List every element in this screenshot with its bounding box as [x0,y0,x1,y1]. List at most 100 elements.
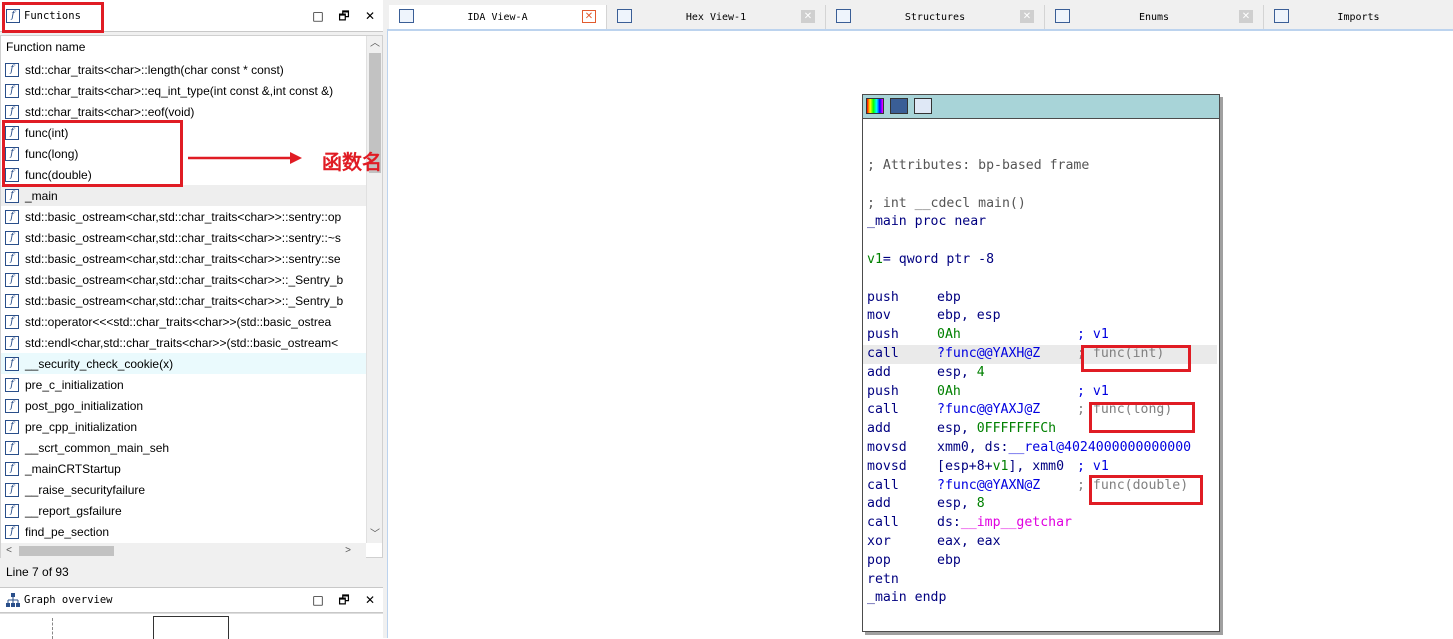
mnemonic: add [867,496,891,512]
horizontal-scroll-thumb[interactable] [19,546,114,556]
instruction-line[interactable]: mov ebp, esp [867,307,1217,326]
annotation-arrow-icon [188,152,302,164]
function-row[interactable]: f std::char_traits<char>::eq_int_type(int… [1,80,366,101]
function-row[interactable]: f std::char_traits<char>::length(char con… [1,59,366,80]
instruction-line[interactable]: push 0Ah ; v1 [867,383,1217,402]
function-row[interactable]: f std::basic_ostream<char,std::char_trait… [1,206,366,227]
graph-layout-icon[interactable] [914,98,932,114]
minimize-icon[interactable]: □ [311,9,325,23]
close-tab-icon[interactable]: ✕ [1239,10,1253,23]
instruction-line[interactable]: pop ebp [867,552,1217,571]
restore-icon[interactable]: 🗗 [337,9,351,23]
auto-comment: func(long) [1092,402,1173,418]
scroll-down-icon[interactable]: ﹀ [367,527,383,543]
scroll-left-icon[interactable]: < [1,543,17,559]
operand-symbol: ?func@@YAXH@Z [937,345,1041,361]
color-palette-icon[interactable] [866,98,884,114]
var-decl-line[interactable]: v1= qword ptr -8 [867,251,1217,270]
function-row[interactable]: f find_pe_section [1,521,366,542]
overview-viewport-box[interactable] [153,616,229,639]
instruction-line[interactable]: add esp, 8 [867,495,1217,514]
functions-title-bar[interactable]: f Functions □ 🗗 ✕ [0,0,383,32]
function-row[interactable]: f _main [1,185,366,206]
functions-window-buttons: □ 🗗 ✕ [311,9,377,23]
graph-overview-title-bar[interactable]: Graph overview □ 🗗 ✕ [0,587,383,613]
function-row[interactable]: f std::char_traits<char>::eof(void) [1,101,366,122]
function-row[interactable]: f __raise_securityfailure [1,479,366,500]
instruction-line[interactable]: retn [867,571,1217,590]
instruction-line[interactable]: movsd xmm0, ds:__real@4024000000000000 [867,439,1217,458]
function-row[interactable]: f std::basic_ostream<char,std::char_trait… [1,248,366,269]
instruction-line[interactable]: xor eax, eax [867,533,1217,552]
function-row[interactable]: f _mainCRTStartup [1,458,366,479]
operand: ], xmm0 [1008,458,1072,474]
function-row[interactable]: f pre_cpp_initialization [1,416,366,437]
instruction-line[interactable]: call ?func@@YAXJ@Z; func(long) [867,401,1217,420]
graph-node-main[interactable]: ; Attributes: bp-based frame ; int __cdec… [862,94,1220,632]
operands: 0Ah [937,383,1077,402]
graph-node-header[interactable] [863,95,1219,119]
function-row[interactable]: f __scrt_common_main_seh [1,437,366,458]
tab-structures[interactable]: Structures ✕ [826,5,1045,29]
function-row[interactable]: f func(int) [1,122,366,143]
operands: xmm0, ds:__real@4024000000000000 [937,439,1191,458]
instruction-line[interactable]: movsd [esp+8+v1], xmm0 ; v1 [867,458,1217,477]
function-row[interactable]: f std::basic_ostream<char,std::char_trait… [1,227,366,248]
function-row[interactable]: f __security_check_cookie(x) [1,353,366,374]
minimize-icon[interactable]: □ [311,593,325,607]
operand: ebp [937,552,961,568]
graph-overview-canvas[interactable] [0,613,383,639]
vertical-scrollbar[interactable]: ︿ ﹀ [366,36,382,543]
instruction-line[interactable]: add esp, 4 [867,364,1217,383]
endp-line[interactable]: _main endp [867,589,1217,608]
function-row[interactable]: f pre_c_initialization [1,374,366,395]
proc-line[interactable]: _main proc near [867,213,1217,232]
instruction-line[interactable]: push ebp [867,289,1217,308]
function-row[interactable]: f post_pgo_initialization [1,395,366,416]
function-row[interactable]: f func(long) [1,143,366,164]
horizontal-scrollbar[interactable]: < > [1,543,366,559]
scroll-up-icon[interactable]: ︿ [367,36,383,52]
scroll-right-icon[interactable]: > [340,543,356,559]
mnemonic: movsd [867,439,907,455]
function-name: std::char_traits<char>::eq_int_type(int … [25,83,334,98]
instruction-line[interactable]: push 0Ah ; v1 [867,326,1217,345]
tab-imports[interactable]: Imports [1264,5,1453,29]
comment: ; v1 [1077,383,1109,399]
instruction-line[interactable]: call ?func@@YAXH@Z; func(int) [863,344,1217,364]
function-row[interactable]: f std::basic_ostream<char,std::char_trait… [1,269,366,290]
operand: ebp [937,289,961,305]
function-row[interactable]: f __report_gsfailure [1,500,366,521]
function-f-icon: f [5,83,19,98]
close-icon[interactable]: ✕ [363,593,377,607]
instruction-line[interactable]: call ds:__imp__getchar [867,514,1217,533]
column-header-function-name[interactable]: Function name [1,36,365,58]
disassembly-code[interactable]: ; Attributes: bp-based frame ; int __cdec… [863,157,1217,608]
endp-directive: endp [906,590,947,606]
auto-comment: func(int) [1092,345,1165,361]
edit-node-icon[interactable] [890,98,908,114]
tab-hex-view-1[interactable]: Hex View-1 ✕ [607,5,826,29]
close-tab-icon[interactable]: ✕ [582,10,596,23]
close-tab-icon[interactable]: ✕ [1020,10,1034,23]
proc-label: _main [867,214,907,230]
instruction-line[interactable]: add esp, 0FFFFFFFCh [867,420,1217,439]
close-tab-icon[interactable]: ✕ [801,10,815,23]
function-f-icon: f [5,251,19,266]
function-row[interactable]: f std::basic_ostream<char,std::char_trait… [1,290,366,311]
function-row[interactable]: f std::endl<char,std::char_traits<char>>(… [1,332,366,353]
signature-comment-line[interactable]: ; int __cdecl main() [867,195,1217,214]
tab-enums[interactable]: Enums ✕ [1045,5,1264,29]
functions-list[interactable]: Function name f std::char_traits<char>::l… [0,35,383,559]
instruction-line[interactable]: call ?func@@YAXN@Z; func(double) [867,477,1217,496]
function-f-icon: f [5,314,19,329]
attributes-comment-line[interactable]: ; Attributes: bp-based frame [867,157,1217,176]
operands: ebp [937,552,1077,571]
restore-icon[interactable]: 🗗 [337,593,351,607]
tab-ida-view-a[interactable]: IDA View-A ✕ [389,5,607,29]
function-row[interactable]: f std::operator<<<std::char_traits<char>>… [1,311,366,332]
function-f-icon: f [5,356,19,371]
function-row[interactable]: f func(double) [1,164,366,185]
close-icon[interactable]: ✕ [363,9,377,23]
